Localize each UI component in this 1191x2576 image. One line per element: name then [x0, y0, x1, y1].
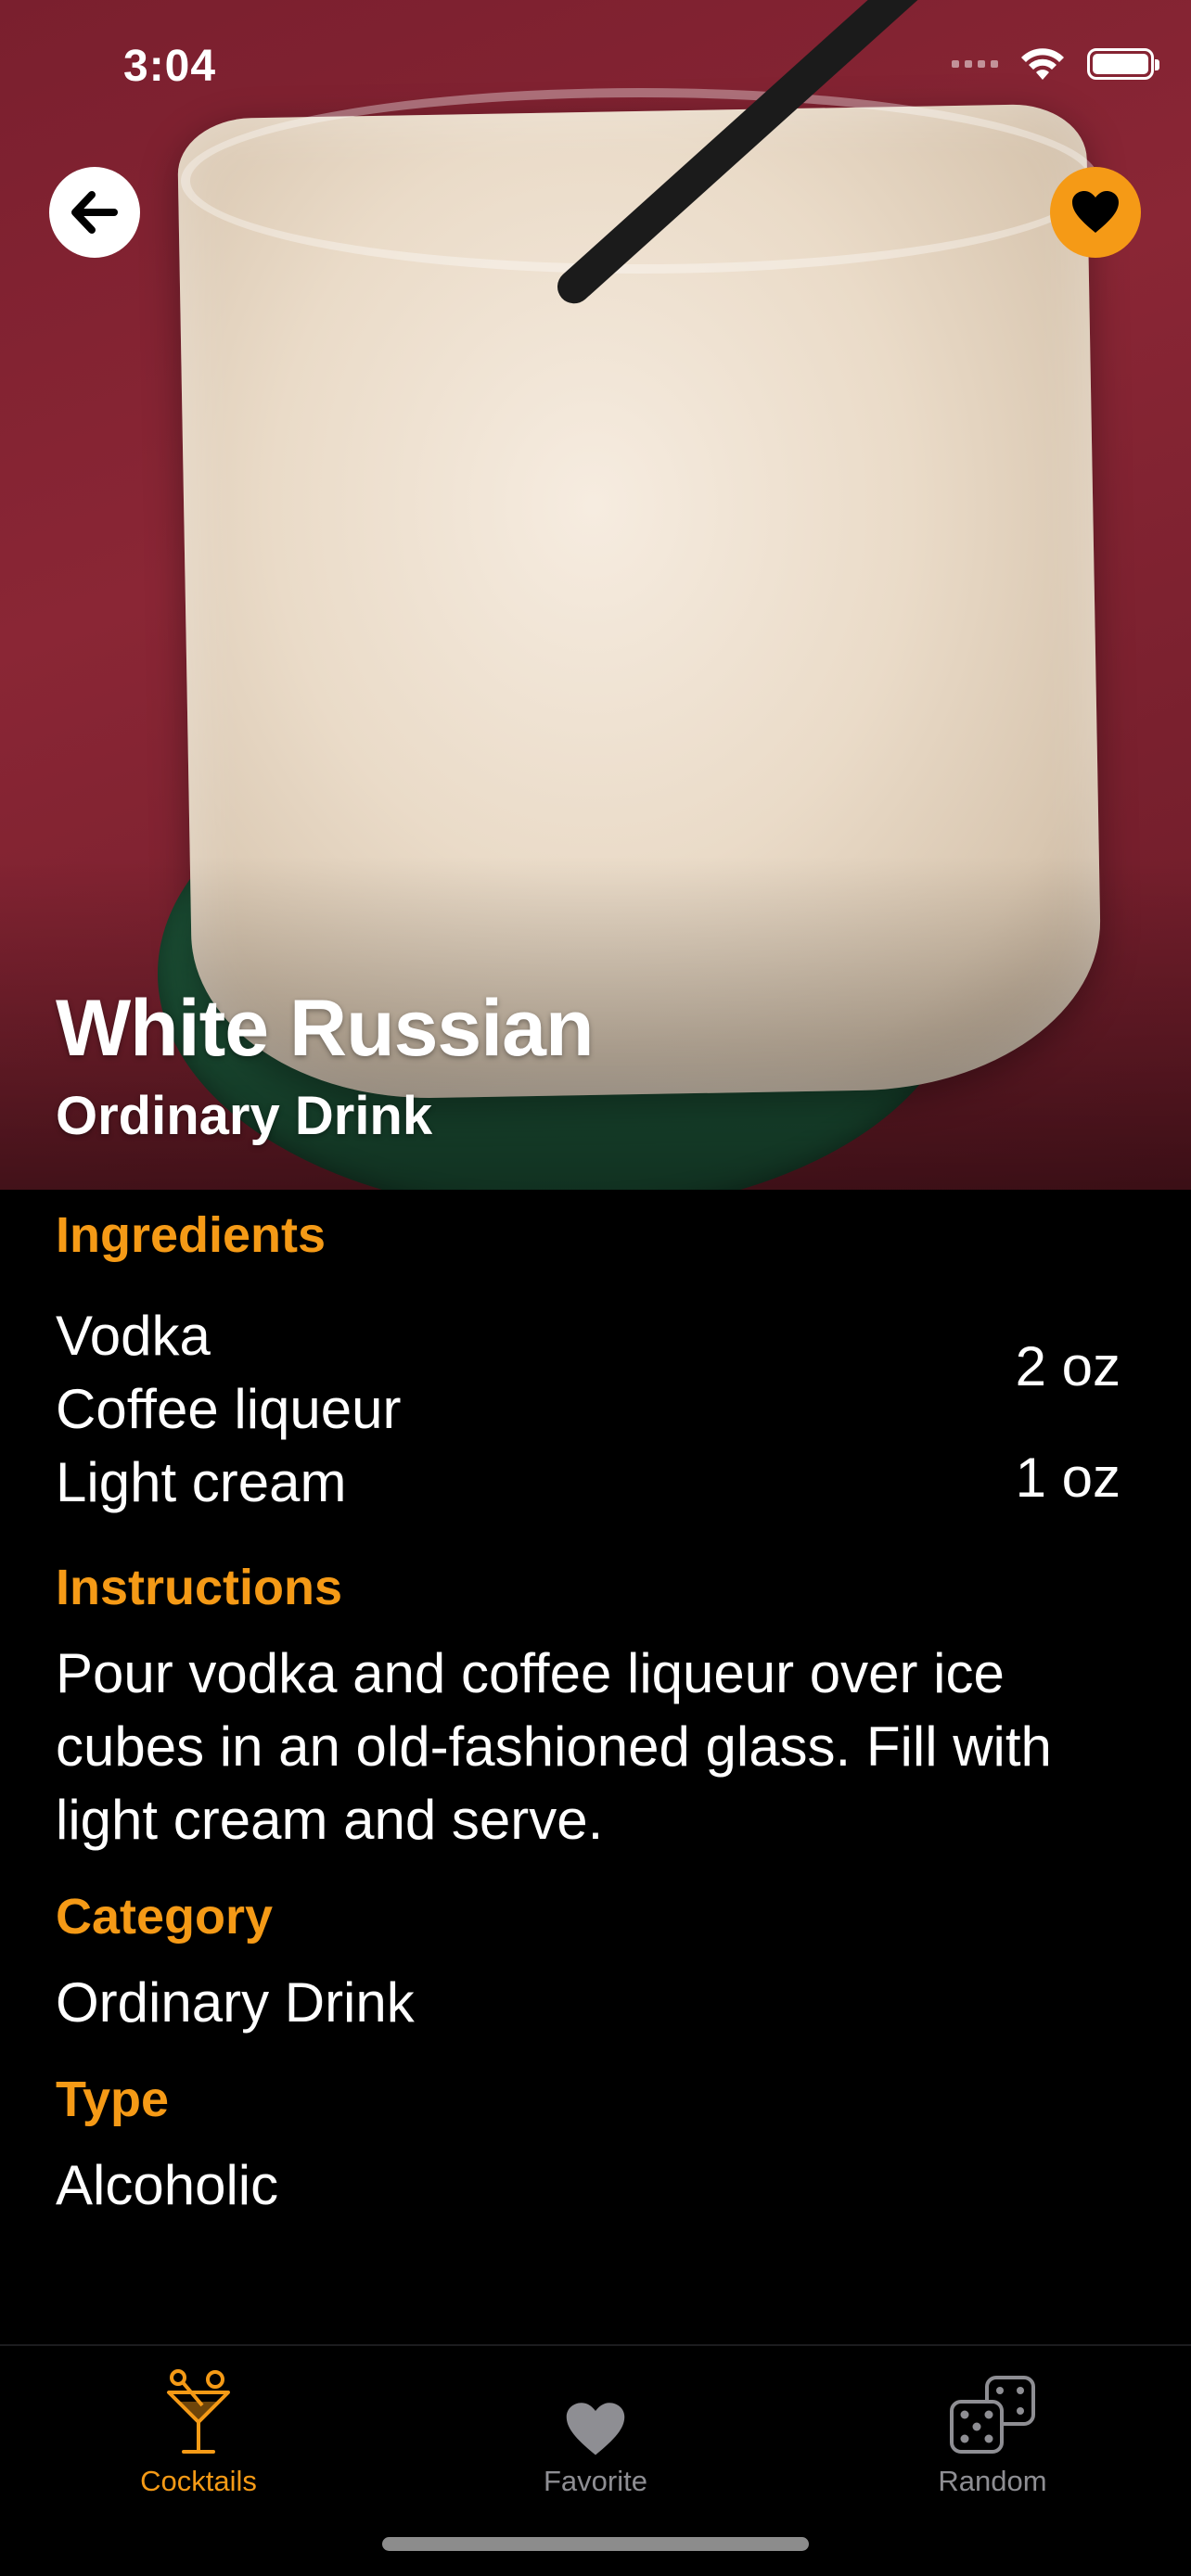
ingredient-name: Light cream: [56, 1451, 347, 1513]
instructions-heading: Instructions: [56, 1560, 343, 1615]
ingredient-name: Vodka: [56, 1305, 211, 1367]
ingredients-heading: Ingredients: [56, 1207, 327, 1263]
type-value: Alcoholic: [56, 2154, 279, 2216]
ingredient-measure: 2 oz: [1015, 1335, 1121, 1397]
tab-label: Random: [938, 2465, 1047, 2497]
tab-cocktails[interactable]: Cocktails: [78, 2355, 319, 2498]
wifi-icon: [1021, 48, 1064, 80]
ingredient-measure: 1 oz: [1015, 1447, 1121, 1509]
arrow-left-icon: [71, 191, 118, 234]
tab-label: Cocktails: [140, 2465, 257, 2497]
home-indicator: [382, 2537, 809, 2551]
back-button[interactable]: [49, 167, 140, 258]
drink-title: White Russian: [56, 984, 595, 1073]
drink-details: Ingredients Vodka Coffee liqueur Light c…: [56, 1190, 1121, 2222]
tab-label: Favorite: [544, 2465, 647, 2497]
ingredient-name: Coffee liqueur: [56, 1378, 402, 1440]
tab-random[interactable]: Random: [872, 2355, 1113, 2498]
status-icons: [952, 46, 1159, 82]
battery-icon: [1087, 48, 1159, 80]
heart-icon: [1072, 191, 1119, 233]
category-value: Ordinary Drink: [56, 1971, 415, 2034]
ingredients-list: Vodka Coffee liqueur Light cream 2 oz 1 …: [56, 1299, 1121, 1522]
dice-icon: [950, 2376, 1035, 2454]
tab-favorite[interactable]: Favorite: [475, 2355, 716, 2498]
instructions-text: Pour vodka and coffee liqueur over ice c…: [56, 1642, 1052, 1851]
status-time: 3:04: [123, 42, 217, 91]
drink-subtitle: Ordinary Drink: [56, 1086, 433, 1146]
cocktail-icon: [167, 2369, 230, 2454]
heart-icon: [566, 2403, 625, 2455]
category-heading: Category: [56, 1889, 274, 1945]
type-heading: Type: [56, 2072, 170, 2127]
cellular-signal-icon: [952, 60, 998, 68]
favorite-button[interactable]: [1050, 167, 1141, 258]
